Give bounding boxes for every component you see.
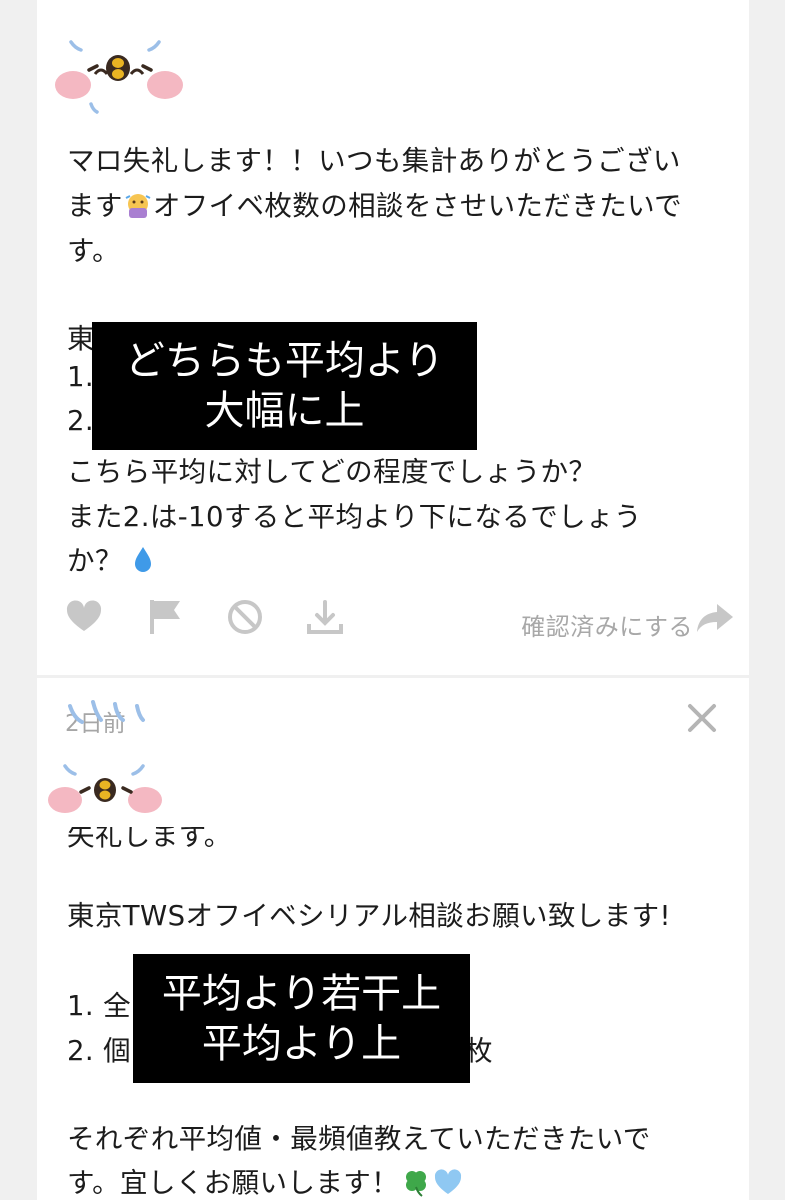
action-bar: 確認済みにする	[37, 590, 749, 650]
censor-overlay: どちらも平均より 大幅に上	[92, 322, 477, 450]
message-text-line: 2. 個	[67, 1035, 132, 1067]
blue-heart-emoji	[434, 1169, 462, 1194]
heart-icon[interactable]	[65, 598, 103, 636]
message-text-line: マロ失礼します！！いつも集計ありがとうござい	[67, 145, 681, 177]
censor-text: 大幅に上	[204, 388, 365, 434]
message-card: マロ失礼します！！いつも集計ありがとうござい ます オフイベ枚数の相談をさせいただ…	[37, 0, 749, 675]
flag-icon[interactable]	[147, 598, 185, 636]
message-text-line: 1. 全	[67, 990, 132, 1022]
censor-overlay: 平均より若干上 平均より上	[133, 954, 470, 1083]
message-text-segment: す。宜しくお願いします！	[67, 1167, 400, 1199]
message-card: 2日前 失礼します。 東京TWSオフイベシリアル相談お願い致します! 1. 全 …	[37, 678, 749, 1200]
message-text-segment: ます	[67, 190, 123, 222]
message-text-segment: か？	[67, 545, 123, 577]
message-text-line: か？	[67, 538, 154, 578]
bird-mascot-sticker	[48, 700, 162, 813]
message-text-line: それぞれ平均値・最頻値教えていただきたいで	[67, 1123, 651, 1155]
message-text-line: ます オフイベ枚数の相談をさせいただきたいで	[67, 183, 682, 223]
confirm-button[interactable]: 確認済みにする	[521, 607, 693, 642]
message-text-line: 東京TWSオフイベシリアル相談お願い致します!	[67, 900, 671, 932]
download-icon[interactable]	[305, 598, 345, 638]
censor-text: 平均より上	[201, 1020, 402, 1067]
message-text-line: また2.は-10すると平均より下になるでしょう	[67, 501, 642, 533]
message-text-line: す。宜しくお願いします！	[67, 1160, 463, 1200]
droplet-emoji	[134, 547, 151, 572]
message-text-line: 2.	[67, 405, 95, 437]
censor-text: どちらも平均より	[124, 338, 445, 384]
four-leaf-clover-emoji	[406, 1171, 427, 1197]
message-text-line: す。	[67, 235, 121, 267]
worried-face-emoji	[125, 194, 151, 218]
block-icon[interactable]	[226, 598, 264, 636]
message-text-line: こちら平均に対してどの程度でしょうか？	[67, 456, 597, 488]
bird-mascot-sticker	[55, 40, 183, 114]
censor-text: 平均より若干上	[161, 970, 442, 1017]
share-arrow-icon[interactable]	[695, 602, 735, 636]
close-icon[interactable]	[687, 703, 717, 733]
message-text-line: 1.	[67, 361, 95, 393]
message-text-segment: オフイベ枚数の相談をさせいただきたいで	[152, 190, 683, 222]
